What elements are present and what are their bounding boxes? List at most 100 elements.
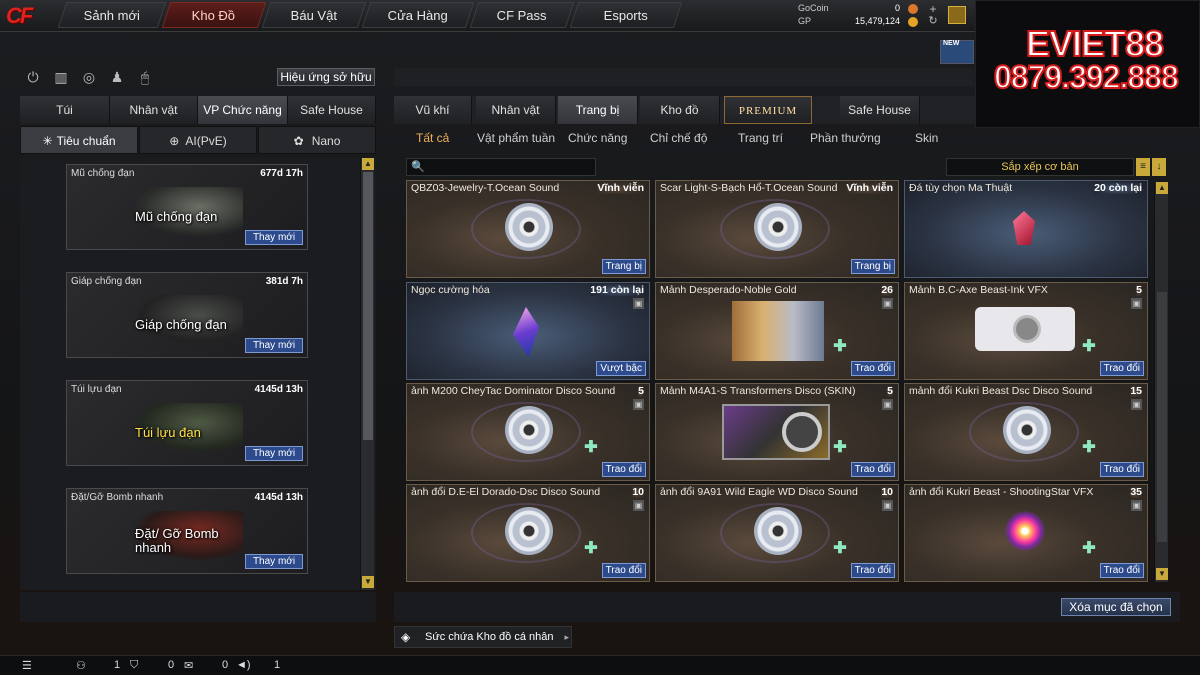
owned-effects-button[interactable]: Hiệu ứng sở hữu xyxy=(277,68,375,86)
item-card[interactable]: Đá tùy chọn Ma Thuật 20 còn lại xyxy=(904,180,1148,278)
sort-order-icon[interactable]: ↓ xyxy=(1152,158,1166,176)
clan-icon[interactable]: ⛉ xyxy=(130,659,138,672)
refresh-icon[interactable]: ↻ xyxy=(924,12,942,30)
scroll-thumb[interactable] xyxy=(363,172,373,440)
scroll-up-icon[interactable]: ▲ xyxy=(1156,182,1168,194)
subtab-ai-pve[interactable]: ⊕ AI(PvE) xyxy=(139,126,257,154)
gocoin-icon xyxy=(908,4,918,14)
exchange-button[interactable]: Trao đổi xyxy=(850,462,895,477)
search-input[interactable]: 🔍 xyxy=(406,158,596,176)
filter-weekly[interactable]: Vật phẩm tuần xyxy=(477,128,555,148)
item-card[interactable]: ✚ Mảnh B.C-Axe Beast-Ink VFX 5 ▣ Trao đổ… xyxy=(904,282,1148,380)
scroll-down-icon[interactable]: ▼ xyxy=(1156,568,1168,580)
tab-character[interactable]: Nhân vật xyxy=(110,96,198,124)
target-icon[interactable]: ◎ xyxy=(80,68,98,86)
party-icon[interactable]: ⚇ xyxy=(76,659,86,672)
renew-button[interactable]: Thay mới xyxy=(245,230,303,245)
tab-characters[interactable]: Nhân vật xyxy=(476,96,556,124)
trash-icon[interactable]: ▣ xyxy=(882,500,893,511)
trash-icon[interactable]: ▣ xyxy=(1131,500,1142,511)
toggle-off-icon[interactable]: ⏻ xyxy=(24,68,42,86)
tab-bag[interactable]: Túi xyxy=(20,96,110,124)
tab-safe-house[interactable]: Safe House xyxy=(840,96,920,124)
filter-decor[interactable]: Trang trí xyxy=(738,128,783,148)
item-card[interactable]: ✚ ảnh M200 CheyTac Dominator Disco Sound… xyxy=(406,383,650,481)
item-name: ảnh đổi D.E-El Dorado-Dsc Disco Sound xyxy=(411,486,601,498)
tab-safe-house[interactable]: Safe House xyxy=(288,96,376,124)
item-card[interactable]: Scar Light-S-Bạch Hổ-T.Ocean Sound Vĩnh … xyxy=(655,180,899,278)
filter-rewards[interactable]: Phần thưởng xyxy=(810,128,881,148)
exchange-button[interactable]: Trao đổi xyxy=(850,361,895,376)
item-card[interactable]: QBZ03-Jewelry-T.Ocean Sound Vĩnh viễn Tr… xyxy=(406,180,650,278)
nav-tab-cfpass[interactable]: CF Pass xyxy=(469,2,575,28)
nav-tab-esports[interactable]: Esports xyxy=(569,2,683,28)
exchange-button[interactable]: Trao đổi xyxy=(1099,361,1144,376)
list-item[interactable]: Giáp chống đạn 381d 7h Giáp chống đạn Th… xyxy=(66,272,308,358)
equip-button[interactable]: Trang bị xyxy=(850,259,895,274)
item-card[interactable]: ✚ Mảnh M4A1-S Transformers Disco (SKIN) … xyxy=(655,383,899,481)
filter-skin[interactable]: Skin xyxy=(915,128,938,148)
subtab-label: Tiêu chuẩn xyxy=(56,134,116,148)
delete-selected-button[interactable]: Xóa mục đã chọn xyxy=(1061,598,1171,616)
subtab-standard[interactable]: ✳ Tiêu chuẩn xyxy=(20,126,138,154)
item-card[interactable]: ✚ Mảnh Desperado-Noble Gold 26 ▣ Trao đổ… xyxy=(655,282,899,380)
upgrade-button[interactable]: Vượt bậc xyxy=(596,361,646,376)
right-scrollbar[interactable]: ▲ ▼ xyxy=(1154,182,1168,582)
renew-button[interactable]: Thay mới xyxy=(245,554,303,569)
trash-icon[interactable]: ▣ xyxy=(1131,399,1142,410)
exchange-button[interactable]: Trao đổi xyxy=(601,462,646,477)
nav-tab-shop[interactable]: Cửa Hàng xyxy=(361,2,475,28)
scroll-thumb[interactable] xyxy=(1157,292,1167,542)
nav-tab-inventory[interactable]: Kho Đồ xyxy=(161,2,267,28)
exchange-button[interactable]: Trao đổi xyxy=(601,563,646,578)
filter-all[interactable]: Tất cả xyxy=(416,128,449,148)
equip-button[interactable]: Trang bị xyxy=(601,259,646,274)
tab-storage[interactable]: Kho đồ xyxy=(640,96,720,124)
left-scrollbar[interactable]: ▲ ▼ xyxy=(360,158,374,590)
item-card[interactable]: ✚ ảnh đổi 9A91 Wild Eagle WD Disco Sound… xyxy=(655,484,899,582)
trash-icon[interactable]: ▣ xyxy=(882,399,893,410)
item-card[interactable]: ✚ ảnh đổi D.E-El Dorado-Dsc Disco Sound … xyxy=(406,484,650,582)
exchange-button[interactable]: Trao đổi xyxy=(1099,563,1144,578)
volume-icon[interactable]: ◄) xyxy=(236,659,251,671)
tab-equipment[interactable]: Trang bị xyxy=(558,96,638,124)
renew-button[interactable]: Thay mới xyxy=(245,338,303,353)
character-icon[interactable]: ♟ xyxy=(108,68,126,86)
item-card[interactable]: Ngọc cường hóa 191 còn lại ▣ Vượt bậc xyxy=(406,282,650,380)
sort-dropdown[interactable]: Sắp xếp cơ bản xyxy=(946,158,1134,176)
trash-icon[interactable]: ▣ xyxy=(1131,298,1142,309)
list-view-icon[interactable]: ≡ xyxy=(1136,158,1150,176)
subtab-nano[interactable]: ✿ Nano xyxy=(258,126,376,154)
menu-icon[interactable]: ☰ xyxy=(22,659,32,672)
scroll-down-icon[interactable]: ▼ xyxy=(362,576,374,588)
list-item[interactable]: Túi lựu đạn 4145d 13h Túi lựu đạn Thay m… xyxy=(66,380,308,466)
scroll-up-icon[interactable]: ▲ xyxy=(362,158,374,170)
chat-icon[interactable]: ✉ xyxy=(184,659,193,672)
storage-capacity-button[interactable]: ◈ Sức chứa Kho đồ cá nhân ▸ xyxy=(394,626,572,648)
tab-functional-items[interactable]: VP Chức năng xyxy=(198,96,288,124)
trash-icon[interactable]: ▣ xyxy=(633,298,644,309)
item-card[interactable]: ✚ mảnh đổi Kukri Beast Dsc Disco Sound 1… xyxy=(904,383,1148,481)
tab-weapons[interactable]: Vũ khí xyxy=(394,96,472,124)
filter-functional[interactable]: Chức năng xyxy=(568,128,627,148)
exchange-button[interactable]: Trao đổi xyxy=(1099,462,1144,477)
exchange-button[interactable]: Trao đổi xyxy=(850,563,895,578)
mouse-icon[interactable]: 🖱 xyxy=(136,68,154,86)
trash-icon[interactable]: ▣ xyxy=(633,500,644,511)
item-card[interactable]: ✚ ảnh đổi Kukri Beast - ShootingStar VFX… xyxy=(904,484,1148,582)
nav-tab-lobby[interactable]: Sảnh mới xyxy=(57,2,167,28)
rank-icon[interactable] xyxy=(948,6,966,24)
item-caption: Mũ chống đạn xyxy=(135,209,218,224)
trash-icon[interactable]: ▣ xyxy=(633,399,644,410)
tab-premium[interactable]: PREMIUM xyxy=(724,96,812,124)
list-item[interactable]: Mũ chống đạn 677d 17h Mũ chống đạn Thay … xyxy=(66,164,308,250)
filter-mode-only[interactable]: Chỉ chế độ xyxy=(650,128,707,148)
stats-icon[interactable]: ▥ xyxy=(52,68,70,86)
trash-icon[interactable]: ▣ xyxy=(882,298,893,309)
list-item[interactable]: Đặt/Gỡ Bomb nhanh 4145d 13h Đặt/ Gỡ Bomb… xyxy=(66,488,308,574)
subtab-label: AI(PvE) xyxy=(185,134,227,148)
new-event-banner[interactable]: NEW xyxy=(940,40,974,64)
renew-button[interactable]: Thay mới xyxy=(245,446,303,461)
nav-tab-treasure[interactable]: Báu Vật xyxy=(261,2,367,28)
item-name: Đặt/Gỡ Bomb nhanh xyxy=(71,492,164,503)
